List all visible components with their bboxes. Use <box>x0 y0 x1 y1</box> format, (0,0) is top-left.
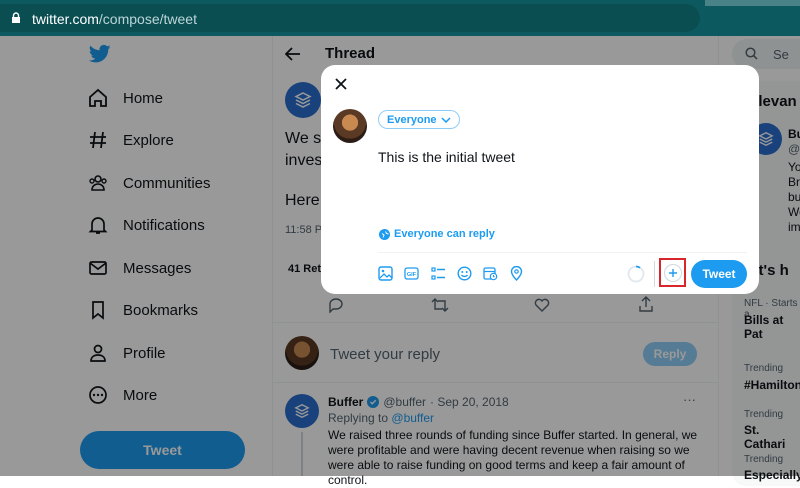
globe-icon <box>379 228 390 240</box>
toolbar-divider <box>654 261 655 287</box>
audience-selector[interactable]: Everyone <box>378 110 460 129</box>
reply-setting-button[interactable]: Everyone can reply <box>379 228 495 240</box>
browser-toolbar: twitter.com/compose/tweet <box>0 0 800 36</box>
close-icon[interactable] <box>335 78 347 90</box>
plus-icon <box>669 269 677 277</box>
reply-setting-label: Everyone can reply <box>394 228 495 240</box>
poll-icon[interactable] <box>431 266 446 281</box>
url-text[interactable]: twitter.com/compose/tweet <box>32 11 197 27</box>
divider <box>378 252 747 253</box>
location-icon[interactable] <box>509 266 524 281</box>
browser-tab[interactable] <box>705 0 800 6</box>
emoji-icon[interactable] <box>457 266 472 281</box>
compose-textarea[interactable]: This is the initial tweet <box>378 149 515 165</box>
gif-icon[interactable]: GIF <box>404 266 419 281</box>
character-counter-ring <box>627 265 645 283</box>
compose-modal: Everyone This is the initial tweet Every… <box>321 65 759 294</box>
audience-label: Everyone <box>387 113 437 126</box>
add-tweet-button[interactable] <box>664 264 682 282</box>
image-icon[interactable] <box>378 266 393 281</box>
composer-avatar[interactable] <box>333 109 367 143</box>
chevron-down-icon <box>441 116 451 123</box>
svg-text:GIF: GIF <box>407 272 417 278</box>
compose-tweet-button[interactable]: Tweet <box>691 260 747 288</box>
schedule-icon[interactable] <box>483 266 498 281</box>
lock-icon <box>12 12 20 23</box>
